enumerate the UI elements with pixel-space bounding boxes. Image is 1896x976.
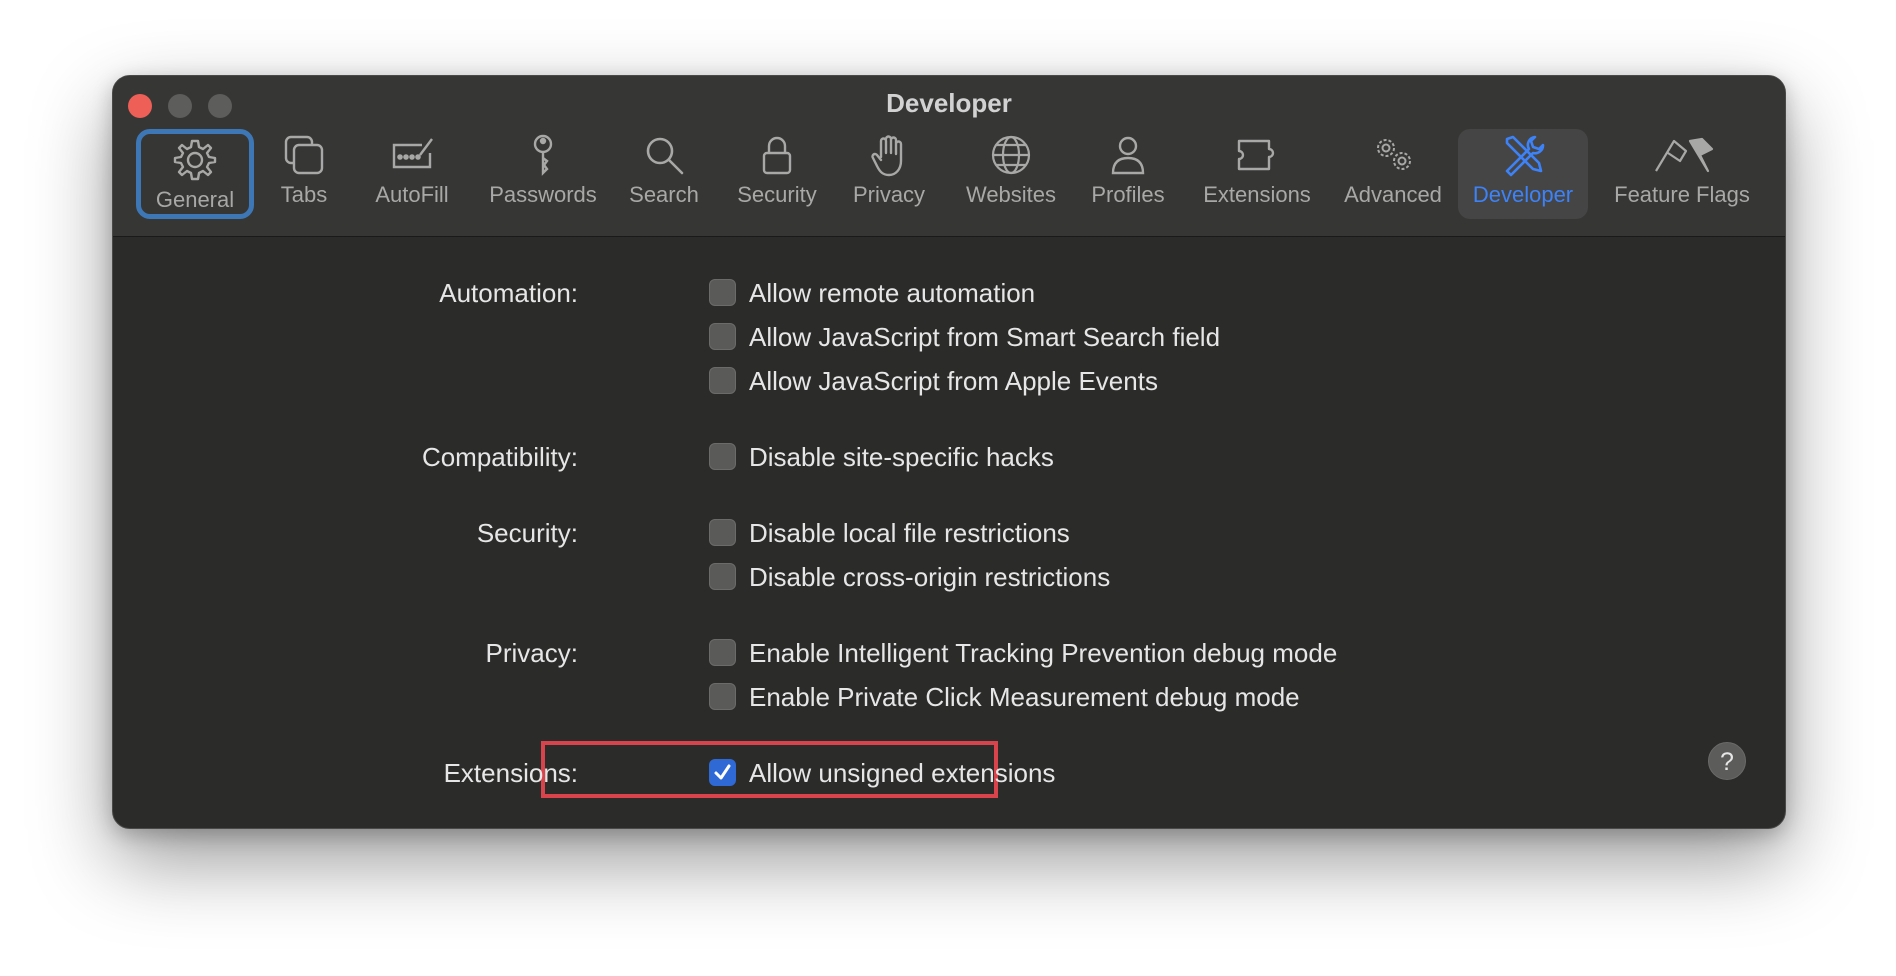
tab-label: Advanced — [1344, 182, 1442, 207]
enable-pcm-debug-label[interactable]: Enable Private Click Measurement debug m… — [749, 682, 1300, 713]
tab-passwords[interactable]: Passwords — [482, 129, 604, 219]
help-button[interactable]: ? — [1708, 742, 1746, 780]
tab-general[interactable]: General — [136, 129, 254, 219]
allow-js-smart-search-checkbox[interactable] — [709, 323, 736, 350]
disable-local-file-restrictions-checkbox[interactable] — [709, 519, 736, 546]
key-icon — [519, 129, 567, 181]
allow-js-smart-search-label[interactable]: Allow JavaScript from Smart Search field — [749, 322, 1220, 353]
allow-unsigned-extensions-label[interactable]: Allow unsigned extensions — [749, 758, 1055, 789]
tab-label: AutoFill — [375, 182, 449, 207]
enable-itp-debug-label[interactable]: Enable Intelligent Tracking Prevention d… — [749, 638, 1337, 669]
gear-icon — [171, 134, 219, 186]
privacy-label: Privacy: — [485, 638, 578, 668]
tab-label: Passwords — [489, 182, 597, 207]
tab-advanced[interactable]: Advanced — [1338, 129, 1448, 219]
magnifier-icon — [640, 129, 688, 181]
disable-cross-origin-restrictions-checkbox[interactable] — [709, 563, 736, 590]
hand-icon — [865, 129, 913, 181]
enable-itp-debug-checkbox[interactable] — [709, 639, 736, 666]
tab-label: Extensions — [1203, 182, 1311, 207]
tabs-icon — [280, 129, 328, 181]
tab-label: Tabs — [280, 182, 328, 207]
tab-security[interactable]: Security — [732, 129, 822, 219]
tab-developer[interactable]: Developer — [1458, 129, 1588, 219]
tab-search[interactable]: Search — [623, 129, 705, 219]
tab-label: Feature Flags — [1614, 182, 1750, 207]
compatibility-label: Compatibility: — [421, 442, 578, 472]
tab-label: Search — [629, 182, 699, 207]
disable-cross-origin-restrictions-label[interactable]: Disable cross-origin restrictions — [749, 562, 1110, 593]
autofill-icon — [388, 129, 436, 181]
tab-label: Websites — [965, 182, 1057, 207]
tab-websites[interactable]: Websites — [961, 129, 1061, 219]
automation-label: Automation: — [439, 278, 578, 308]
tab-label: General — [155, 187, 235, 212]
window-title: Developer — [886, 88, 1012, 118]
person-icon — [1104, 129, 1152, 181]
allow-unsigned-extensions-checkbox[interactable] — [709, 759, 736, 786]
disable-local-file-restrictions-label[interactable]: Disable local file restrictions — [749, 518, 1070, 549]
flags-icon — [1650, 129, 1714, 181]
tab-extensions[interactable]: Extensions — [1197, 129, 1317, 219]
security-label: Security: — [476, 518, 578, 548]
lock-icon — [753, 129, 801, 181]
tab-profiles[interactable]: Profiles — [1086, 129, 1170, 219]
gears-icon — [1369, 129, 1417, 181]
disable-site-specific-hacks-checkbox[interactable] — [709, 443, 736, 470]
disable-site-specific-hacks-label[interactable]: Disable site-specific hacks — [749, 442, 1054, 473]
titlebar: Developer General Tabs AutoFill Password… — [113, 76, 1785, 237]
settings-window: Developer General Tabs AutoFill Password… — [112, 75, 1786, 829]
allow-js-apple-events-checkbox[interactable] — [709, 367, 736, 394]
tab-label: Privacy — [852, 182, 926, 207]
extensions-label: Extensions: — [443, 758, 578, 788]
tab-feature-flags[interactable]: Feature Flags — [1601, 129, 1763, 219]
tab-privacy[interactable]: Privacy — [848, 129, 930, 219]
checkmark-icon — [714, 764, 731, 780]
allow-remote-automation-checkbox[interactable] — [709, 279, 736, 306]
puzzle-icon — [1233, 129, 1281, 181]
allow-remote-automation-label[interactable]: Allow remote automation — [749, 278, 1035, 309]
tools-icon — [1499, 129, 1547, 181]
tab-tabs[interactable]: Tabs — [262, 129, 346, 219]
tab-label: Security — [737, 182, 817, 207]
tab-label: Developer — [1472, 182, 1574, 207]
globe-icon — [987, 129, 1035, 181]
tab-label: Profiles — [1091, 182, 1165, 207]
tab-autofill[interactable]: AutoFill — [366, 129, 458, 219]
enable-pcm-debug-checkbox[interactable] — [709, 683, 736, 710]
allow-js-apple-events-label[interactable]: Allow JavaScript from Apple Events — [749, 366, 1158, 397]
